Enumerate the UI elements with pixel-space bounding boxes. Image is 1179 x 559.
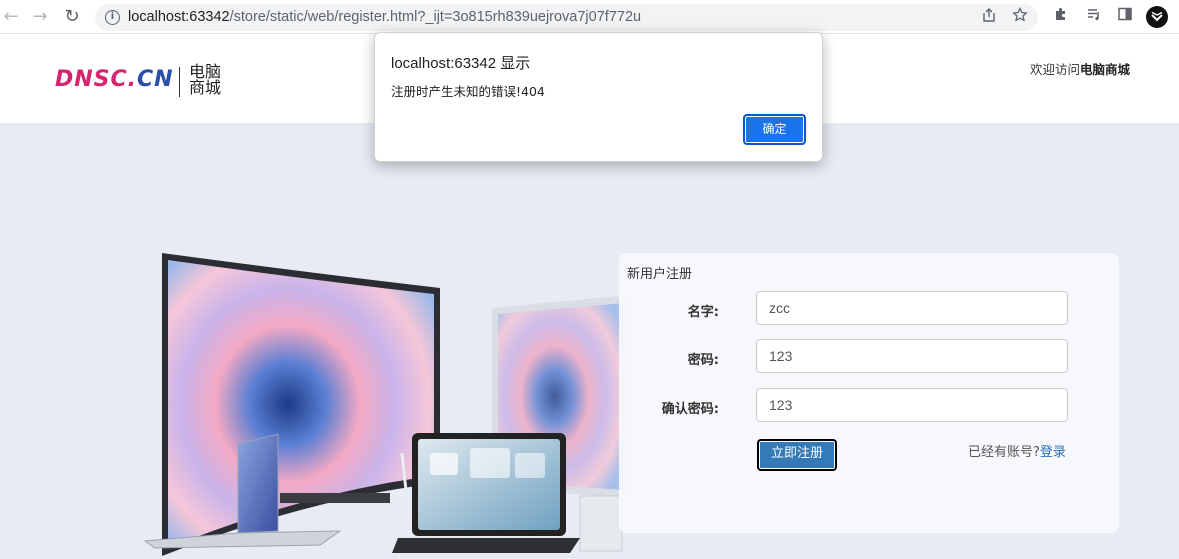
dialog-message: 注册时产生未知的错误!404 [391,84,545,99]
share-icon[interactable] [979,7,999,27]
forward-arrow-icon[interactable]: → [29,6,51,28]
logo-wordmark-part2: CN [137,67,174,92]
url-path: /store/static/web/register.html?_ijt=3o8… [229,9,642,25]
name-input[interactable]: zcc [756,291,1068,325]
main-content: 新用户注册 名字: zcc 密码: 123 确认密码: 123 立即注册 已经有… [0,123,1179,559]
side-panel-icon[interactable] [1114,6,1136,28]
reload-icon[interactable]: ↻ [61,6,83,28]
site-info-icon[interactable]: i [105,10,120,25]
dialog-title: localhost:63342 显示 [391,55,531,72]
alert-dialog: localhost:63342 显示 注册时产生未知的错误!404 确定 [374,32,823,162]
confirm-password-label: 确认密码: [661,402,719,417]
confirm-password-input[interactable]: 123 [756,388,1068,422]
register-title: 新用户注册 [627,267,693,282]
media-playlist-icon[interactable] [1083,6,1105,28]
logo-wordmark: DNSC.CN [55,67,174,92]
password-input[interactable]: 123 [756,339,1068,373]
login-prompt: 已经有账号?登录 [968,441,1066,460]
profile-avatar-icon[interactable] [1146,6,1168,28]
url-host: localhost:63342 [128,9,230,25]
address-bar[interactable]: i localhost:63342/store/static/web/regis… [95,4,1038,31]
product-showcase-image [143,253,630,556]
dialog-ok-button[interactable]: 确定 [743,114,806,145]
url-text[interactable]: localhost:63342/store/static/web/registe… [128,9,641,25]
have-account-text: 已经有账号? [968,445,1040,460]
logo-chinese: 电脑 商城 [189,64,233,96]
back-arrow-icon[interactable]: ← [0,6,22,28]
browser-toolbar: ← → ↻ i localhost:63342/store/static/web… [0,0,1179,34]
welcome-store-name: 电脑商城 [1080,62,1131,77]
logo-divider [179,67,180,97]
logo-wordmark-part1: DNSC. [55,67,138,92]
password-label: 密码: [687,353,719,368]
register-panel: 新用户注册 名字: zcc 密码: 123 确认密码: 123 立即注册 已经有… [619,253,1119,533]
login-link[interactable]: 登录 [1040,445,1066,460]
welcome-text: 欢迎访问电脑商城 [1030,59,1130,78]
welcome-prefix: 欢迎访问 [1030,62,1081,77]
logo-chinese-line2: 商城 [189,78,222,97]
extensions-puzzle-icon[interactable] [1050,6,1072,28]
bookmark-star-icon[interactable] [1010,6,1030,27]
name-label: 名字: [687,305,719,320]
register-submit-button[interactable]: 立即注册 [757,439,837,471]
